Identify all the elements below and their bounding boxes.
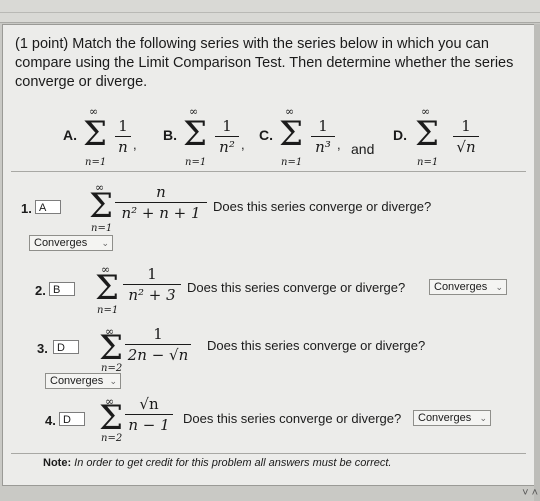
- sigma-lower: n=1: [281, 157, 303, 168]
- sigma-lower: n=1: [91, 223, 113, 234]
- choice-fraction: 1 n: [115, 117, 131, 156]
- select-value: Converges: [34, 237, 88, 249]
- choice-fraction: 1 n²: [215, 117, 239, 156]
- select-value: Converges: [50, 375, 104, 387]
- fraction-denominator: n: [118, 138, 128, 156]
- chevron-down-icon: ⌄: [101, 238, 109, 248]
- fraction-denominator: n³: [315, 138, 331, 156]
- fraction-denominator: n² + n + 1: [121, 204, 201, 222]
- fraction-bar: [215, 136, 239, 137]
- series-item-2: 2. B ∞ Σ n=1 1 n² + 3 Does this series c…: [11, 259, 526, 321]
- sigma-symbol: Σ: [89, 186, 114, 226]
- sigma-symbol: Σ: [415, 114, 440, 154]
- fraction-bar: [125, 344, 191, 345]
- choice-letter: D.: [393, 127, 407, 143]
- chevron-down-icon: ⌄: [479, 413, 487, 423]
- question-text: Does this series converge or diverge?: [187, 280, 406, 295]
- choice-fraction: 1 √n: [453, 117, 479, 156]
- fraction-bar: [125, 414, 173, 415]
- fraction-bar: [123, 284, 181, 285]
- sigma-symbol: Σ: [99, 398, 124, 438]
- footer-note: Note: In order to get credit for this pr…: [43, 457, 391, 469]
- select-value: Converges: [418, 412, 472, 424]
- item-number: 2.: [35, 283, 46, 298]
- problem-text: Match the following series with the seri…: [15, 36, 514, 90]
- fraction-denominator: n² + 3: [128, 286, 176, 304]
- answer-input-3[interactable]: D: [53, 340, 79, 354]
- answer-input-4[interactable]: D: [59, 412, 85, 426]
- converge-select-1[interactable]: Converges ⌄: [29, 235, 113, 251]
- problem-card: (1 point) Match the following series wit…: [2, 24, 538, 486]
- vertical-scrollbar[interactable]: [534, 24, 540, 501]
- answer-input-2[interactable]: B: [49, 282, 75, 296]
- fraction-numerator: 1: [118, 117, 128, 135]
- sigma-lower: n=1: [185, 157, 207, 168]
- fraction-denominator: n²: [219, 138, 235, 156]
- converge-select-3[interactable]: Converges ⌄: [45, 373, 121, 389]
- sigma-symbol: Σ: [83, 114, 108, 154]
- series-item-3: 3. D ∞ Σ n=2 1 2n − √n Does this series …: [11, 325, 526, 391]
- fraction-numerator: 1: [461, 117, 471, 135]
- fraction-denominator: 2n − √n: [127, 346, 189, 364]
- note-text: In order to get credit for this problem …: [74, 457, 392, 469]
- choice-letter: A.: [63, 127, 77, 143]
- converge-select-2[interactable]: Converges ⌄: [429, 279, 507, 295]
- chevron-down-icon: ⌄: [495, 282, 503, 292]
- fraction-numerator: 1: [222, 117, 232, 135]
- item-number: 4.: [45, 413, 56, 428]
- fraction-numerator: 1: [153, 325, 163, 343]
- converge-select-4[interactable]: Converges ⌄: [413, 410, 491, 426]
- choice-separator: ,: [133, 137, 137, 152]
- question-text: Does this series converge or diverge?: [207, 338, 426, 353]
- fraction-numerator: 1: [318, 117, 328, 135]
- series-item-4: 4. D ∞ Σ n=2 √n n − 1 Does this series c…: [11, 393, 526, 449]
- sigma-symbol: Σ: [95, 268, 120, 308]
- chevron-up-icon[interactable]: ˅ ˄: [522, 487, 538, 499]
- sigma-symbol: Σ: [183, 114, 208, 154]
- fraction-numerator: √n: [139, 395, 159, 413]
- sigma-lower: n=1: [417, 157, 439, 168]
- select-value: Converges: [434, 281, 488, 293]
- sigma-lower: n=2: [101, 433, 123, 444]
- section-divider: [11, 171, 526, 172]
- top-band: [0, 0, 540, 23]
- sigma-lower: n=1: [97, 305, 119, 316]
- series-fraction: 1 2n − √n: [125, 325, 191, 364]
- choice-letter: B.: [163, 127, 177, 143]
- question-text: Does this series converge or diverge?: [183, 411, 402, 426]
- question-text: Does this series converge or diverge?: [213, 199, 432, 214]
- fraction-bar: [311, 136, 335, 137]
- choice-separator: ,: [337, 137, 341, 152]
- sigma-symbol: Σ: [279, 114, 304, 154]
- fraction-numerator: n: [156, 183, 166, 201]
- choice-letter: C.: [259, 127, 273, 143]
- series-fraction: n n² + n + 1: [115, 183, 207, 222]
- sigma-lower: n=1: [85, 157, 107, 168]
- series-item-1: 1. A ∞ Σ n=1 n n² + n + 1 Does this seri…: [11, 175, 526, 255]
- footer-divider: [11, 453, 526, 454]
- fraction-bar: [453, 136, 479, 137]
- chevron-down-icon: ⌄: [109, 376, 117, 386]
- item-number: 3.: [37, 341, 48, 356]
- note-label: Note:: [43, 457, 72, 469]
- sigma-symbol: Σ: [99, 328, 124, 368]
- fraction-bar: [115, 202, 207, 203]
- fraction-denominator: n − 1: [128, 416, 170, 434]
- series-fraction: 1 n² + 3: [123, 265, 181, 304]
- and-label: and: [351, 141, 375, 157]
- answer-input-1[interactable]: A: [35, 200, 61, 214]
- fraction-denominator: √n: [456, 138, 476, 156]
- fraction-bar: [115, 136, 131, 137]
- item-number: 1.: [21, 201, 32, 216]
- choice-fraction: 1 n³: [311, 117, 335, 156]
- problem-statement: (1 point) Match the following series wit…: [15, 35, 515, 92]
- choice-separator: ,: [241, 137, 245, 152]
- series-fraction: √n n − 1: [125, 395, 173, 434]
- top-band-divider: [0, 12, 540, 13]
- problem-points: (1 point): [15, 36, 69, 52]
- fraction-numerator: 1: [147, 265, 157, 283]
